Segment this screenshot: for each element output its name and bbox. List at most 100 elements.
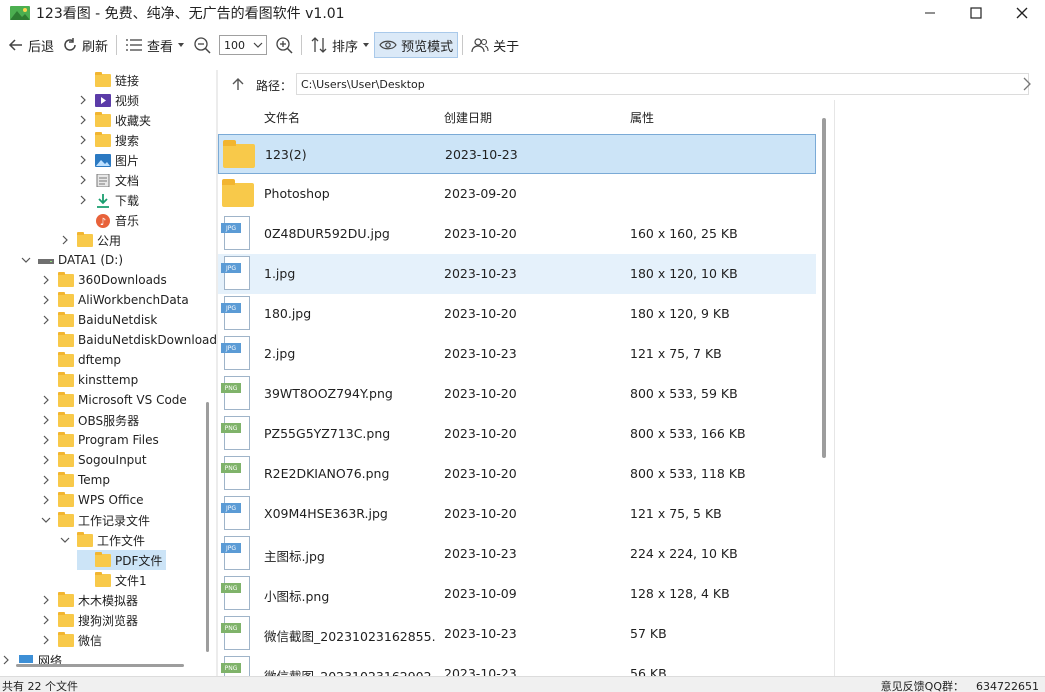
tree-item[interactable]: BaiduNetdiskDownload — [40, 330, 216, 350]
tree-item[interactable]: ♪ 音乐 — [77, 210, 139, 230]
zoom-in-button[interactable] — [271, 32, 297, 58]
path-input[interactable]: C:\Users\User\Desktop — [296, 73, 1029, 95]
folder-icon — [58, 371, 74, 387]
folder-tree[interactable]: 链接 视频 收藏夹 搜索 图片 文档 下载 ♪ 音乐 公用 DATA1 (D:)… — [0, 70, 216, 676]
chevron-right-icon[interactable] — [0, 654, 12, 666]
maximize-button[interactable] — [953, 0, 999, 26]
column-header-attr[interactable]: 属性 — [630, 109, 654, 126]
chevron-right-icon[interactable] — [40, 634, 52, 646]
file-list[interactable]: 文件名 创建日期 属性 123(2) 2023-10-23 Photoshop … — [218, 100, 833, 676]
tree-item[interactable]: 文件1 — [77, 570, 147, 590]
file-name: 主图标.jpg — [264, 549, 325, 564]
tree-item[interactable]: 木木模拟器 — [40, 590, 138, 610]
chevron-down-icon[interactable] — [40, 514, 52, 526]
tree-item-selected[interactable]: PDF文件 — [77, 550, 167, 570]
tree-item[interactable]: 工作记录文件 — [40, 510, 150, 530]
preview-mode-button[interactable]: 预览模式 — [374, 32, 459, 58]
view-menu-button[interactable]: 查看 — [121, 32, 189, 58]
video-icon — [95, 93, 111, 107]
zoom-out-button[interactable] — [189, 32, 215, 58]
file-row[interactable]: PNG 微信截图_20231023162902.p... 2023-10-23 … — [218, 654, 816, 676]
chevron-down-icon[interactable] — [20, 254, 32, 266]
chevron-right-icon[interactable] — [59, 234, 71, 246]
chevron-right-icon[interactable] — [77, 194, 89, 206]
file-row[interactable]: JPG 180.jpg 2023-10-20 180 x 120, 9 KB — [218, 294, 816, 334]
tree-item[interactable]: 图片 — [77, 150, 139, 170]
tree-item[interactable]: 360Downloads — [40, 270, 167, 290]
chevron-right-icon[interactable] — [77, 174, 89, 186]
file-row[interactable]: JPG 2.jpg 2023-10-23 121 x 75, 7 KB — [218, 334, 816, 374]
column-header-date[interactable]: 创建日期 — [444, 109, 492, 126]
file-row-selected[interactable]: 123(2) 2023-10-23 — [218, 134, 816, 174]
tree-item[interactable]: Microsoft VS Code — [40, 390, 187, 410]
file-row[interactable]: JPG 0Z48DUR592DU.jpg 2023-10-20 160 x 16… — [218, 214, 816, 254]
file-row[interactable]: PNG 小图标.png 2023-10-09 128 x 128, 4 KB — [218, 574, 816, 614]
tree-item[interactable]: dftemp — [40, 350, 121, 370]
tree-item[interactable]: SogouInput — [40, 450, 147, 470]
tree-item[interactable]: 搜索 — [77, 130, 139, 150]
tree-item[interactable]: 收藏夹 — [77, 110, 151, 130]
zoom-level-select[interactable]: 100 — [219, 35, 268, 55]
tree-item-label: BaiduNetdiskDownload — [78, 333, 216, 347]
file-row[interactable]: JPG 主图标.jpg 2023-10-23 224 x 224, 10 KB — [218, 534, 816, 574]
tree-item[interactable]: 文档 — [77, 170, 139, 190]
tree-item[interactable]: Program Files — [40, 430, 159, 450]
tree-item[interactable]: WPS Office — [40, 490, 144, 510]
tree-item[interactable]: 搜狗浏览器 — [40, 610, 138, 630]
column-header-name[interactable]: 文件名 — [264, 109, 300, 126]
chevron-right-icon[interactable] — [40, 294, 52, 306]
tree-item[interactable]: AliWorkbenchData — [40, 290, 189, 310]
file-row-hovered[interactable]: JPG 1.jpg 2023-10-23 180 x 120, 10 KB — [218, 254, 816, 294]
tree-item[interactable]: kinsttemp — [40, 370, 138, 390]
chevron-right-icon[interactable] — [40, 274, 52, 286]
chevron-right-icon[interactable] — [40, 494, 52, 506]
refresh-button[interactable]: 刷新 — [58, 32, 112, 58]
file-row[interactable]: PNG PZ55G5YZ713C.png 2023-10-20 800 x 53… — [218, 414, 816, 454]
tree-horizontal-scrollbar[interactable] — [16, 664, 184, 667]
minimize-button[interactable] — [907, 0, 953, 26]
chevron-right-icon[interactable] — [77, 94, 89, 106]
tree-item[interactable]: OBS服务器 — [40, 410, 139, 430]
tree-item-label: PDF文件 — [115, 553, 163, 568]
tree-item[interactable]: 微信 — [40, 630, 102, 650]
preview-toggle-button[interactable] — [1022, 76, 1032, 95]
tree-item[interactable]: 下载 — [77, 190, 139, 210]
file-row[interactable]: PNG 微信截图_20231023162855.p... 2023-10-23 … — [218, 614, 816, 654]
folder-icon — [58, 331, 74, 347]
back-button[interactable]: 后退 — [4, 32, 58, 58]
about-button[interactable]: 关于 — [467, 32, 523, 58]
chevron-right-icon[interactable] — [40, 594, 52, 606]
chevron-right-icon[interactable] — [40, 394, 52, 406]
file-row[interactable]: PNG R2E2DKIANO76.png 2023-10-20 800 x 53… — [218, 454, 816, 494]
tree-item[interactable]: 视频 — [77, 90, 139, 110]
folder-icon — [222, 179, 254, 207]
chevron-right-icon[interactable] — [40, 614, 52, 626]
file-row[interactable]: Photoshop 2023-09-20 — [218, 174, 816, 214]
tree-item[interactable]: DATA1 (D:) — [20, 250, 123, 270]
chevron-right-icon[interactable] — [77, 154, 89, 166]
file-row[interactable]: JPG X09M4HSE363R.jpg 2023-10-20 121 x 75… — [218, 494, 816, 534]
chevron-right-icon[interactable] — [40, 474, 52, 486]
chevron-right-icon[interactable] — [40, 454, 52, 466]
chevron-right-icon[interactable] — [40, 314, 52, 326]
file-list-scrollbar[interactable] — [822, 118, 826, 458]
chevron-right-icon[interactable] — [40, 414, 52, 426]
tree-item[interactable]: Temp — [40, 470, 110, 490]
tree-vertical-scrollbar[interactable] — [206, 402, 209, 652]
file-row[interactable]: PNG 39WT8OOZ794Y.png 2023-10-20 800 x 53… — [218, 374, 816, 414]
chevron-right-icon[interactable] — [77, 134, 89, 146]
tree-item[interactable]: 链接 — [77, 70, 139, 90]
sort-button[interactable]: 排序 — [306, 32, 374, 58]
tree-item[interactable]: 网络 — [0, 650, 62, 670]
feedback-qq[interactable]: 634722651 — [976, 680, 1039, 692]
chevron-down-icon[interactable] — [59, 534, 71, 546]
tree-item[interactable]: 公用 — [59, 230, 121, 250]
file-attr: 57 KB — [630, 626, 667, 641]
tree-item[interactable]: BaiduNetdisk — [40, 310, 157, 330]
close-button[interactable] — [999, 0, 1045, 26]
chevron-right-icon[interactable] — [40, 434, 52, 446]
chevron-right-icon[interactable] — [77, 114, 89, 126]
file-attr: 800 x 533, 166 KB — [630, 426, 746, 441]
up-folder-button[interactable] — [232, 77, 244, 94]
tree-item[interactable]: 工作文件 — [59, 530, 145, 550]
